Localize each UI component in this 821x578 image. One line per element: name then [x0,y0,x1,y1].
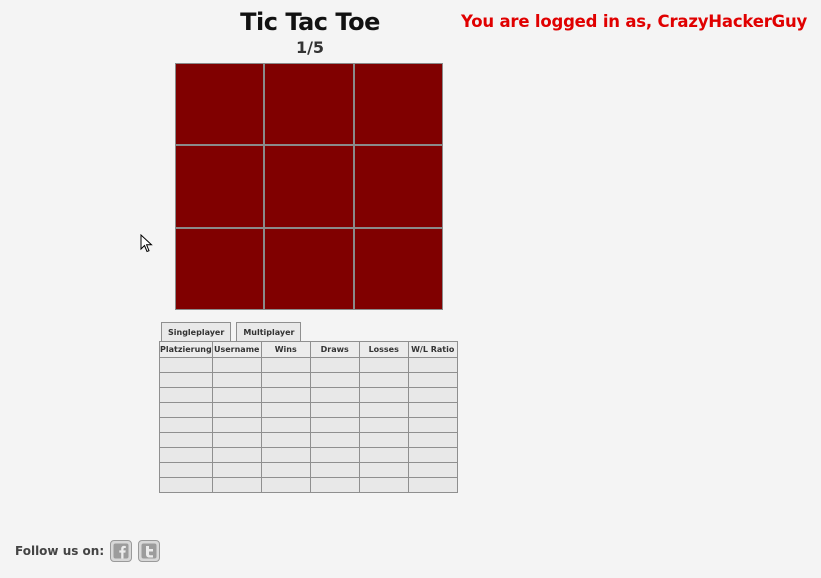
table-row [159,477,458,493]
table-cell [358,432,409,448]
table-cell [211,372,262,388]
leaderboard-tabs: Singleplayer Multiplayer [161,322,302,341]
table-cell [309,462,360,478]
column-header-username: Username [211,341,262,358]
mouse-cursor-icon [140,234,153,253]
table-cell [159,432,213,448]
follow-us-label: Follow us on: [15,544,105,558]
table-cell [211,447,262,463]
table-cell [211,462,262,478]
board-cell-7[interactable] [176,228,264,309]
board-cell-4[interactable] [176,146,264,227]
table-row [159,432,458,448]
table-cell [407,432,458,448]
column-header-wins: Wins [260,341,311,358]
table-cell [407,387,458,403]
table-cell [407,447,458,463]
board-cell-8[interactable] [265,228,353,309]
board-cell-2[interactable] [265,64,353,145]
table-cell [260,477,311,493]
table-cell [407,417,458,433]
table-cell [309,387,360,403]
tab-singleplayer[interactable]: Singleplayer [161,322,232,341]
table-row [159,357,458,373]
table-cell [159,417,213,433]
round-counter: 1/5 [295,38,325,57]
table-cell [260,462,311,478]
social-footer: Follow us on: [15,540,161,562]
table-cell [159,462,213,478]
table-cell [211,417,262,433]
table-cell [159,402,213,418]
table-row [159,462,458,478]
facebook-icon[interactable] [110,540,133,562]
board-cell-9[interactable] [354,228,442,309]
table-cell [260,417,311,433]
table-cell [309,372,360,388]
tab-multiplayer[interactable]: Multiplayer [236,322,302,341]
table-cell [260,447,311,463]
table-cell [309,477,360,493]
table-cell [159,357,213,373]
board-cell-5[interactable] [265,146,353,227]
login-status: You are logged in as, CrazyHackerGuy [461,12,808,31]
column-header-rank: Platzierung [159,341,213,358]
table-cell [358,417,409,433]
table-cell [260,357,311,373]
table-row [159,447,458,463]
table-cell [358,387,409,403]
board-cell-1[interactable] [176,64,264,145]
table-cell [407,477,458,493]
table-cell [159,477,213,493]
leaderboard-table: Platzierung Username Wins Draws Losses W… [159,341,458,493]
table-cell [309,432,360,448]
table-cell [309,447,360,463]
table-header-row: Platzierung Username Wins Draws Losses W… [159,341,458,358]
table-row [159,402,458,418]
table-cell [159,447,213,463]
twitter-glyph-icon [141,543,157,559]
table-cell [407,462,458,478]
table-cell [358,462,409,478]
table-cell [211,432,262,448]
table-cell [260,402,311,418]
table-cell [309,417,360,433]
table-cell [358,402,409,418]
table-cell [211,402,262,418]
page-title: Tic Tac Toe [240,8,380,36]
column-header-draws: Draws [309,341,360,358]
table-cell [260,432,311,448]
twitter-icon[interactable] [138,540,161,562]
table-cell [407,402,458,418]
table-cell [211,477,262,493]
table-cell [358,477,409,493]
table-cell [260,372,311,388]
table-row [159,417,458,433]
column-header-losses: Losses [358,341,409,358]
game-board [175,63,443,310]
table-cell [358,447,409,463]
board-cell-3[interactable] [354,64,442,145]
board-cell-6[interactable] [354,146,442,227]
table-cell [358,357,409,373]
table-cell [407,357,458,373]
column-header-wl-ratio: W/L Ratio [407,341,458,358]
table-cell [358,372,409,388]
table-cell [159,372,213,388]
facebook-glyph-icon [113,543,129,559]
table-cell [211,387,262,403]
table-row [159,372,458,388]
table-cell [159,387,213,403]
table-cell [260,387,311,403]
table-cell [309,402,360,418]
table-row [159,387,458,403]
table-cell [211,357,262,373]
table-cell [407,372,458,388]
table-cell [309,357,360,373]
